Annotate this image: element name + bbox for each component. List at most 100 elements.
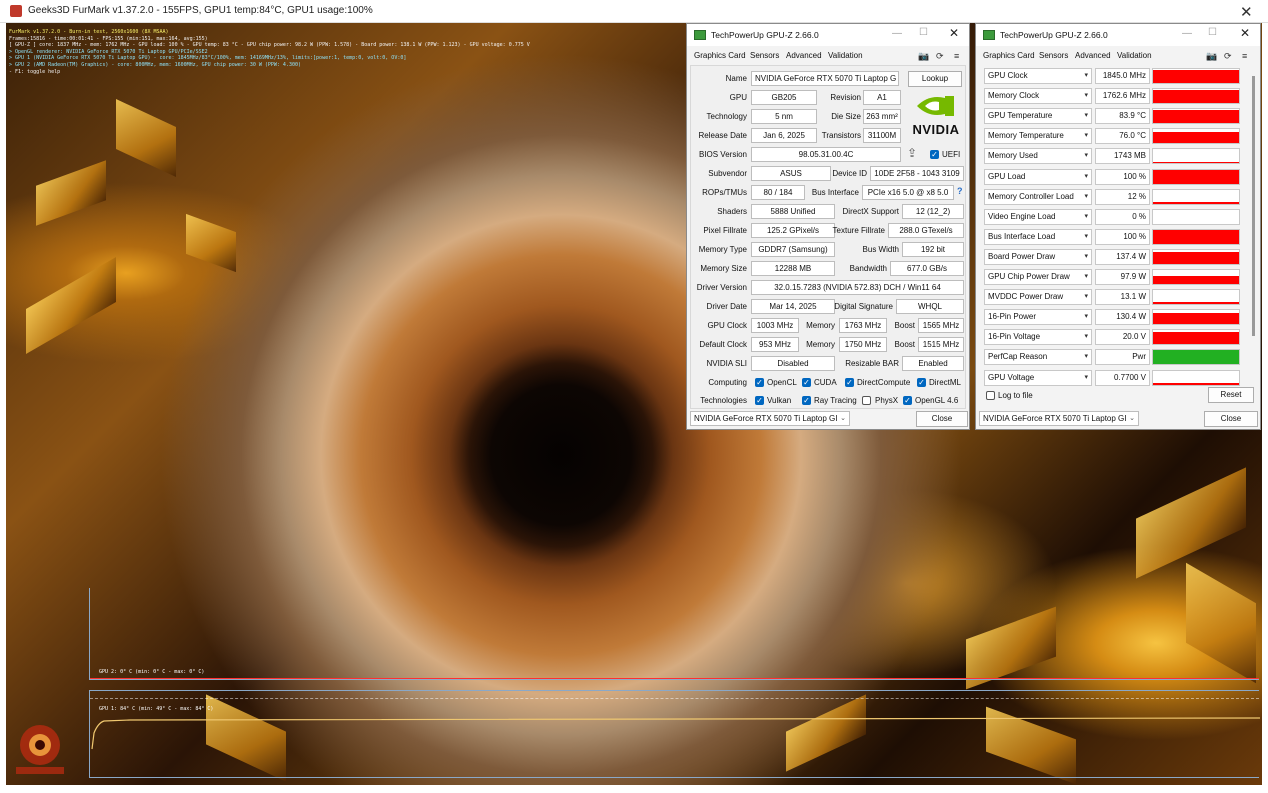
sensor-row: GPU Load ▾ 100 % bbox=[984, 168, 1248, 185]
sensor-name-select[interactable]: GPU Temperature ▾ bbox=[984, 108, 1092, 125]
label-shaders: Shaders bbox=[717, 207, 747, 216]
chevron-down-icon: ▾ bbox=[1084, 313, 1088, 321]
chevron-down-icon: ▾ bbox=[1084, 132, 1088, 140]
sensor-name-select[interactable]: GPU Voltage ▾ bbox=[984, 369, 1092, 386]
cuda-checkbox[interactable]: ✓ bbox=[802, 378, 811, 387]
sensor-name-select[interactable]: Board Power Draw ▾ bbox=[984, 248, 1092, 265]
sensor-name-select[interactable]: Memory Clock ▾ bbox=[984, 88, 1092, 105]
menu-icon[interactable]: ≡ bbox=[1242, 51, 1247, 61]
nvidia-logo-text: NVIDIA bbox=[912, 122, 960, 137]
sensor-graph bbox=[1152, 289, 1240, 306]
close-icon[interactable]: ✕ bbox=[1240, 3, 1253, 21]
field-nvidia-sli: Disabled bbox=[751, 356, 835, 371]
gpuz-card-titlebar[interactable]: TechPowerUp GPU-Z 2.66.0 — ☐ ✕ bbox=[687, 24, 969, 46]
field-transistors: 31100M bbox=[863, 128, 901, 143]
chevron-down-icon: ▾ bbox=[1084, 373, 1088, 381]
tab-graphics-card[interactable]: Graphics Card bbox=[983, 51, 1035, 60]
sensor-value: 12 % bbox=[1095, 188, 1150, 205]
ray-tracing-label: Ray Tracing bbox=[814, 396, 857, 405]
opengl-checkbox[interactable]: ✓ bbox=[903, 396, 912, 405]
sensor-name-select[interactable]: 16-Pin Voltage ▾ bbox=[984, 329, 1092, 346]
label-technology: Technology bbox=[706, 112, 747, 121]
directcompute-checkbox[interactable]: ✓ bbox=[845, 378, 854, 387]
sensor-value: 100 % bbox=[1095, 228, 1150, 245]
camera-icon[interactable]: 📷 bbox=[918, 51, 929, 62]
reset-button[interactable]: Reset bbox=[1208, 387, 1254, 403]
sensor-name-select[interactable]: GPU Clock ▾ bbox=[984, 68, 1092, 84]
tab-advanced[interactable]: Advanced bbox=[1075, 51, 1111, 60]
menu-icon[interactable]: ≡ bbox=[954, 51, 959, 61]
osd-line: > GPU 1 (NVIDIA GeForce RTX 5070 Ti Lapt… bbox=[9, 55, 407, 62]
sensor-name-select[interactable]: Memory Controller Load ▾ bbox=[984, 188, 1092, 205]
field-texture-fillrate: 288.0 GTexel/s bbox=[888, 223, 964, 238]
label-subvendor: Subvendor bbox=[708, 169, 747, 178]
sensor-scrollbar[interactable] bbox=[1252, 76, 1255, 336]
uefi-checkbox[interactable]: ✓ bbox=[930, 150, 939, 159]
sensor-name-select[interactable]: MVDDC Power Draw ▾ bbox=[984, 289, 1092, 306]
gpu2-temp-graph: GPU 2: 0° C (min: 0° C - max: 0° C) bbox=[89, 588, 1259, 680]
sensor-graph bbox=[1152, 188, 1240, 205]
physx-checkbox[interactable] bbox=[862, 396, 871, 405]
log-to-file-checkbox[interactable] bbox=[986, 391, 995, 400]
chevron-down-icon: ▾ bbox=[1084, 252, 1088, 260]
vulkan-checkbox[interactable]: ✓ bbox=[755, 396, 764, 405]
ray-tracing-checkbox[interactable]: ✓ bbox=[802, 396, 811, 405]
sensor-graph-fill bbox=[1153, 161, 1239, 164]
osd-line: - F1: toggle help bbox=[9, 68, 61, 75]
furmark-window-title: Geeks3D FurMark v1.37.2.0 - 155FPS, GPU1… bbox=[28, 5, 373, 16]
chevron-down-icon: ▾ bbox=[1084, 353, 1088, 361]
refresh-icon[interactable]: ⟳ bbox=[1224, 51, 1232, 62]
sensor-graph-fill bbox=[1153, 69, 1239, 83]
close-icon[interactable]: ✕ bbox=[1240, 26, 1250, 40]
tab-sensors[interactable]: Sensors bbox=[750, 51, 779, 60]
sensor-value: 0.7700 V bbox=[1095, 369, 1150, 386]
help-icon[interactable]: ? bbox=[957, 186, 963, 196]
sensor-graph-fill bbox=[1153, 169, 1239, 184]
sensor-name-select[interactable]: Bus Interface Load ▾ bbox=[984, 228, 1092, 245]
label-memory-type: Memory Type bbox=[698, 245, 747, 254]
refresh-icon[interactable]: ⟳ bbox=[936, 51, 944, 62]
tab-advanced[interactable]: Advanced bbox=[786, 51, 822, 60]
minimize-icon[interactable]: — bbox=[1182, 28, 1192, 39]
sensor-name: Board Power Draw bbox=[988, 251, 1056, 261]
sensor-name-select[interactable]: 16-Pin Power ▾ bbox=[984, 309, 1092, 326]
camera-icon[interactable]: 📷 bbox=[1206, 51, 1217, 62]
chevron-down-icon: ▾ bbox=[1084, 92, 1088, 100]
sensor-name-select[interactable]: PerfCap Reason ▾ bbox=[984, 349, 1092, 366]
field-default-clock: 953 MHz bbox=[751, 337, 799, 352]
sensor-graph-fill bbox=[1153, 302, 1239, 305]
field-bus-interface: PCIe x16 5.0 @ x8 5.0 bbox=[862, 185, 954, 200]
label-gpu-clock: GPU Clock bbox=[707, 321, 747, 330]
field-shaders: 5888 Unified bbox=[751, 204, 835, 219]
desktop: Geeks3D FurMark v1.37.2.0 - 155FPS, GPU1… bbox=[0, 0, 1268, 793]
furmark-app-icon bbox=[10, 5, 22, 17]
directml-checkbox[interactable]: ✓ bbox=[917, 378, 926, 387]
sensor-name-select[interactable]: GPU Chip Power Draw ▾ bbox=[984, 269, 1092, 285]
sensor-name-select[interactable]: Video Engine Load ▾ bbox=[984, 208, 1092, 225]
share-icon[interactable]: ⇪ bbox=[907, 146, 917, 160]
sensor-name-select[interactable]: GPU Load ▾ bbox=[984, 168, 1092, 185]
maximize-icon[interactable]: ☐ bbox=[1208, 27, 1217, 38]
close-icon[interactable]: ✕ bbox=[949, 26, 959, 40]
sensor-row: 16-Pin Voltage ▾ 20.0 V bbox=[984, 328, 1248, 346]
sensor-name-select[interactable]: Memory Temperature ▾ bbox=[984, 128, 1092, 145]
render-block bbox=[1136, 467, 1246, 579]
sensor-name-select[interactable]: Memory Used ▾ bbox=[984, 148, 1092, 165]
opencl-label: OpenCL bbox=[767, 378, 797, 387]
close-button[interactable]: Close bbox=[1204, 411, 1258, 427]
gpuz-sensors-titlebar[interactable]: TechPowerUp GPU-Z 2.66.0 — ☐ ✕ bbox=[976, 24, 1260, 46]
gpu-device-select[interactable]: NVIDIA GeForce RTX 5070 Ti Laptop GI ⌄ bbox=[979, 411, 1139, 426]
tab-sensors[interactable]: Sensors bbox=[1039, 51, 1068, 60]
opencl-checkbox[interactable]: ✓ bbox=[755, 378, 764, 387]
tab-validation[interactable]: Validation bbox=[1117, 51, 1152, 60]
tab-validation[interactable]: Validation bbox=[828, 51, 863, 60]
tab-graphics-card[interactable]: Graphics Card bbox=[694, 51, 746, 60]
gpu-device-select[interactable]: NVIDIA GeForce RTX 5070 Ti Laptop GI ⌄ bbox=[690, 411, 850, 426]
minimize-icon[interactable]: — bbox=[892, 28, 902, 39]
label-driver-version: Driver Version bbox=[696, 283, 747, 292]
field-gpu: GB205 bbox=[751, 90, 817, 105]
lookup-button[interactable]: Lookup bbox=[908, 71, 962, 87]
maximize-icon[interactable]: ☐ bbox=[919, 27, 928, 38]
close-button[interactable]: Close bbox=[916, 411, 968, 427]
label-device-id: Device ID bbox=[832, 169, 867, 178]
